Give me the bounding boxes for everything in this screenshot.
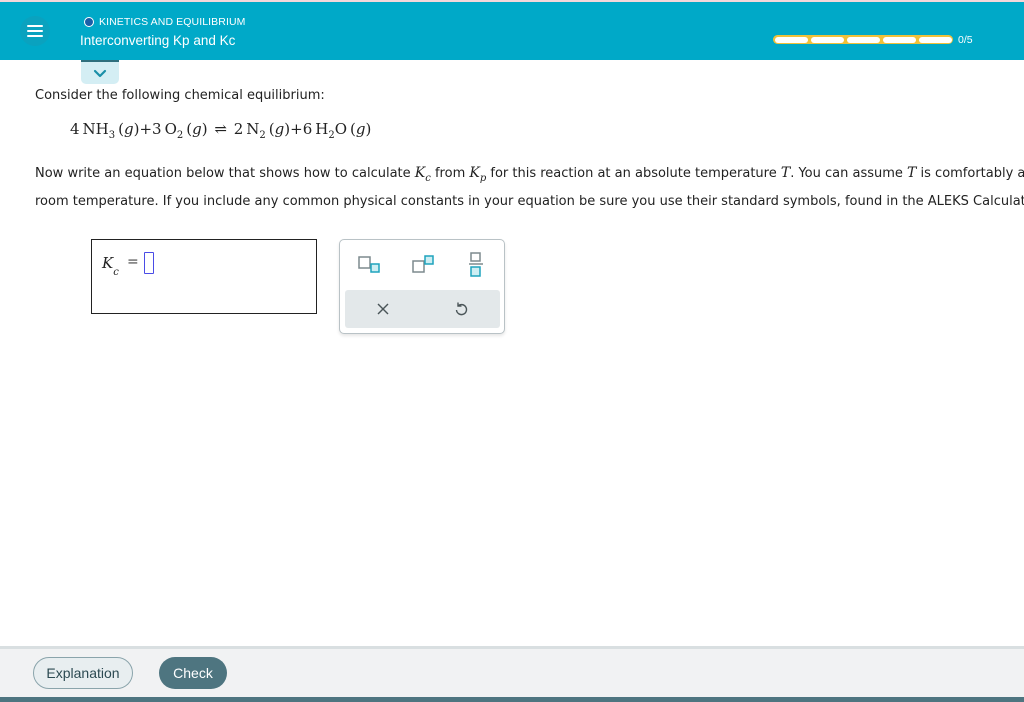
instructions-line-1: Now write an equation below that shows h… <box>35 165 1024 184</box>
chevron-down-icon <box>93 69 107 77</box>
instructions-line-2: room temperature. If you include any com… <box>35 194 1024 209</box>
check-button[interactable]: Check <box>159 657 227 689</box>
fraction-icon <box>469 252 483 277</box>
answer-input[interactable] <box>144 252 154 274</box>
header-bar: KINETICS AND EQUILIBRIUM Interconverting… <box>0 2 1024 60</box>
topic-status-icon <box>84 17 94 27</box>
kc-symbol: Kc <box>414 165 431 184</box>
subscript-button[interactable] <box>350 249 390 281</box>
bottom-bar <box>0 697 1024 702</box>
answer-lhs: Kc <box>102 254 119 278</box>
progress-segment <box>810 36 844 43</box>
topic-label: KINETICS AND EQUILIBRIUM <box>99 16 246 28</box>
chemical-equation: 4 NH3 (g)+3 O2 (g) ⇌ 2 N2 (g)+6 H2O (g) <box>70 120 372 141</box>
product-1: 2 N2 (g) <box>233 120 291 141</box>
explanation-button[interactable]: Explanation <box>33 657 133 689</box>
superscript-button[interactable] <box>403 249 443 281</box>
menu-button[interactable] <box>20 16 50 46</box>
undo-icon <box>455 302 468 316</box>
progress-segment <box>774 36 808 43</box>
fraction-button[interactable] <box>456 249 496 281</box>
kp-symbol: Kp <box>469 165 487 184</box>
answer-area[interactable]: Kc = <box>91 239 317 314</box>
progress-bar <box>773 35 953 44</box>
product-2: 6 H2O (g) <box>302 120 372 141</box>
undo-button[interactable] <box>441 294 481 324</box>
reactant-2: 3 O2 (g) <box>152 120 208 141</box>
progress-segment <box>846 36 880 43</box>
progress-segment <box>918 36 952 43</box>
clear-button[interactable] <box>363 294 403 324</box>
footer-bar <box>0 646 1024 702</box>
lesson-title: Interconverting Kp and Kc <box>80 33 236 48</box>
question-prompt: Consider the following chemical equilibr… <box>35 88 325 103</box>
question-instructions: Now write an equation below that shows h… <box>35 162 1024 213</box>
palette-actions <box>345 290 500 328</box>
equilibrium-arrow-icon: ⇌ <box>214 120 227 138</box>
math-palette <box>339 239 505 334</box>
progress-segment <box>882 36 916 43</box>
subscript-icon <box>358 256 380 273</box>
topic-breadcrumb: KINETICS AND EQUILIBRIUM <box>84 16 246 28</box>
clear-icon <box>377 303 389 315</box>
collapse-header-button[interactable] <box>81 60 119 84</box>
reactant-1: 4 NH3 (g) <box>70 120 140 141</box>
equals-sign: = <box>127 254 139 270</box>
superscript-icon <box>412 255 434 273</box>
progress-label: 0/5 <box>958 34 973 46</box>
hamburger-icon <box>27 25 43 37</box>
